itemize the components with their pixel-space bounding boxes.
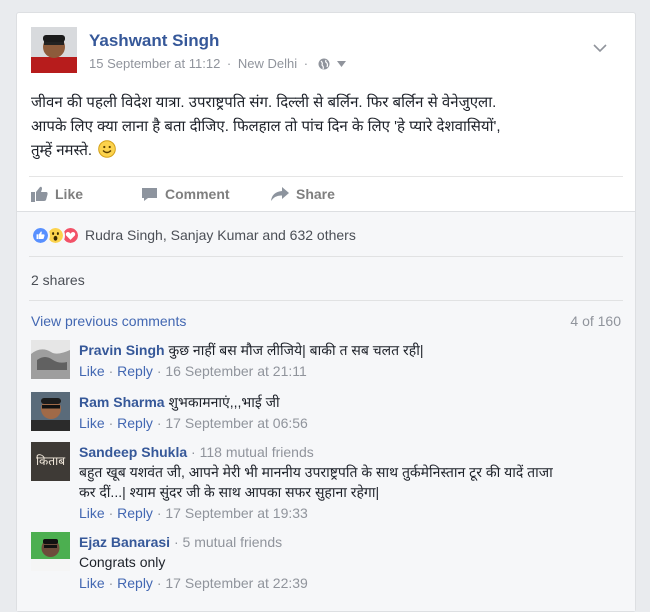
post-text-line: जीवन की पहली विदेश यात्रा. उपराष्ट्रपति … — [31, 94, 497, 111]
comment-time[interactable]: 17 September at 19:33 — [165, 505, 307, 521]
comment-body: Pravin Singh कुछ नाहीं बस मौज लीजिये| बा… — [79, 340, 619, 381]
comment-actions: Like · Reply · 17 September at 22:39 — [79, 575, 308, 591]
globe-icon[interactable] — [318, 58, 330, 70]
comment-like-link[interactable]: Like — [79, 415, 105, 431]
comment-time[interactable]: 17 September at 06:56 — [165, 415, 307, 431]
comment-like-link[interactable]: Like — [79, 575, 105, 591]
comment-body: Ram Sharma शुभकामनाएं,,,भाई जी Like · Re… — [79, 392, 619, 433]
mutual-friends: · 5 mutual friends — [173, 534, 283, 550]
commenter-name[interactable]: Sandeep Shukla — [79, 444, 187, 460]
comment-body: Ejaz Banarasi · 5 mutual friends Congrat… — [79, 532, 619, 593]
like-reaction-icon — [31, 225, 50, 245]
comment-text: शुभकामनाएं,,,भाई जी — [168, 394, 280, 410]
comment-text: कर दीं...| श्याम सुंदर जी के साथ आपका सफ… — [79, 484, 380, 500]
commenter-name[interactable]: Ejaz Banarasi — [79, 534, 170, 550]
smiley-icon — [98, 140, 117, 158]
commenter-name[interactable]: Pravin Singh — [79, 342, 165, 358]
post-meta: 15 September at 11:12 · New Delhi · — [89, 55, 347, 72]
commenter-name[interactable]: Ram Sharma — [79, 394, 165, 410]
comment-actions: Like · Reply · 16 September at 21:11 — [79, 363, 307, 379]
post-date[interactable]: 15 September at 11:12 — [89, 56, 220, 71]
reactions-bar[interactable]: Rudra Singh, Sanjay Kumar and 632 others — [31, 224, 356, 246]
commenter-avatar[interactable] — [31, 532, 70, 571]
post-text-line-content: तुम्हें नमस्ते. — [31, 142, 93, 159]
like-label: Like — [55, 186, 84, 202]
comment-time[interactable]: 16 September at 21:11 — [165, 363, 306, 379]
comment-like-link[interactable]: Like — [79, 363, 105, 379]
like-icon — [31, 186, 48, 202]
mutual-friends: · 118 mutual friends — [191, 444, 314, 460]
feedback-section: Rudra Singh, Sanjay Kumar and 632 others… — [17, 211, 635, 611]
post-actions: Like Comment Share — [29, 176, 623, 210]
commenter-avatar-text: किताब — [35, 454, 66, 468]
like-button[interactable]: Like — [31, 186, 83, 202]
comment-count: 4 of 160 — [570, 313, 621, 329]
caret-down-icon[interactable] — [337, 60, 347, 67]
post-location[interactable]: New Delhi — [238, 56, 297, 71]
shares-count[interactable]: 2 shares — [31, 272, 85, 288]
meta-separator: · — [303, 56, 309, 72]
post-header: Yashwant Singh 15 September at 11:12 · N… — [31, 27, 621, 75]
divider — [29, 300, 623, 301]
comment-label: Comment — [165, 186, 230, 202]
mutual-friends-count[interactable]: 5 mutual friends — [183, 534, 283, 550]
post-text: जीवन की पहली विदेश यात्रा. उपराष्ट्रपति … — [31, 91, 621, 163]
commenter-avatar[interactable] — [31, 340, 70, 379]
share-button[interactable]: Share — [271, 186, 335, 202]
chevron-down-icon[interactable] — [593, 43, 607, 53]
share-icon — [271, 186, 289, 201]
commenter-avatar[interactable] — [31, 392, 70, 431]
reaction-names[interactable]: Rudra Singh, Sanjay Kumar and 632 others — [85, 227, 356, 243]
comment-reply-link[interactable]: Reply — [117, 363, 153, 379]
meta-separator: · — [226, 56, 232, 72]
comment-like-link[interactable]: Like — [79, 505, 105, 521]
comment-reply-link[interactable]: Reply — [117, 415, 153, 431]
comment-text: Congrats only — [79, 554, 166, 570]
post-text-line: तुम्हें नमस्ते. — [31, 139, 621, 163]
comment-reply-link[interactable]: Reply — [117, 505, 153, 521]
comment-icon — [142, 187, 157, 201]
comment-time[interactable]: 17 September at 22:39 — [165, 575, 307, 591]
comment-button[interactable]: Comment — [141, 186, 230, 202]
comment-actions: Like · Reply · 17 September at 06:56 — [79, 415, 308, 431]
post-card: Yashwant Singh 15 September at 11:12 · N… — [16, 12, 636, 612]
post-text-line: आपके लिए क्या लाना है बता दीजिए. फिलहाल … — [31, 118, 501, 135]
comment-reply-link[interactable]: Reply — [117, 575, 153, 591]
author-name[interactable]: Yashwant Singh — [89, 31, 219, 51]
view-previous-comments-link[interactable]: View previous comments — [31, 313, 186, 329]
comment-text: बहुत खूब यशवंत जी, आपने मेरी भी माननीय उ… — [79, 464, 553, 480]
commenter-avatar[interactable]: किताब — [31, 442, 70, 481]
comment-text: कुछ नाहीं बस मौज लीजिये| बाकी त सब चलत र… — [168, 342, 424, 358]
comment-actions: Like · Reply · 17 September at 19:33 — [79, 505, 308, 521]
divider — [29, 256, 623, 257]
comment-body: Sandeep Shukla · 118 mutual friends बहुत… — [79, 442, 619, 523]
share-label: Share — [296, 186, 335, 202]
mutual-friends-count[interactable]: 118 mutual friends — [200, 444, 314, 460]
author-avatar[interactable] — [31, 27, 77, 73]
